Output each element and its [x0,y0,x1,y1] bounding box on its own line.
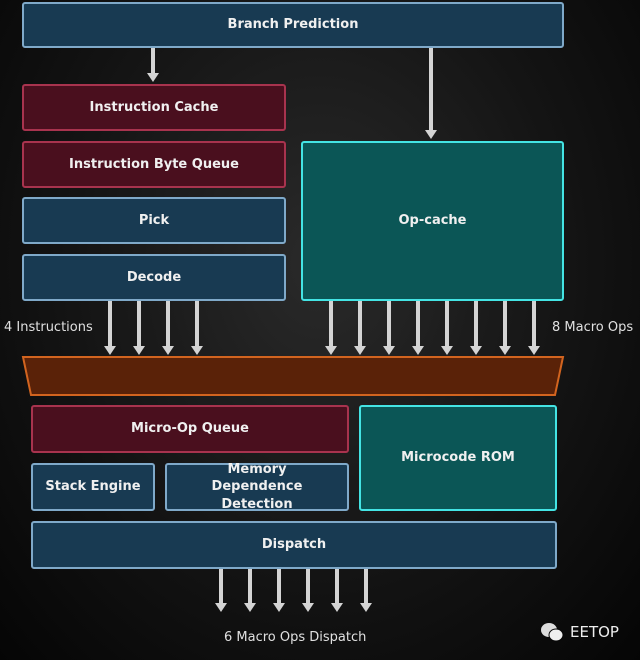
micro-op-queue-block: Micro-Op Queue [31,405,349,453]
watermark-text: EETOP [570,623,619,641]
stack-engine-block: Stack Engine [31,463,155,511]
wechat-icon [541,623,564,642]
memory-dependence-detection-block: Memory Dependence Detection [165,462,349,512]
watermark: EETOP [540,622,619,642]
dispatch-width-label: 6 Macro Ops Dispatch [224,630,367,645]
dispatch-block: Dispatch [31,521,557,569]
microcode-rom-block: Microcode ROM [359,405,557,511]
